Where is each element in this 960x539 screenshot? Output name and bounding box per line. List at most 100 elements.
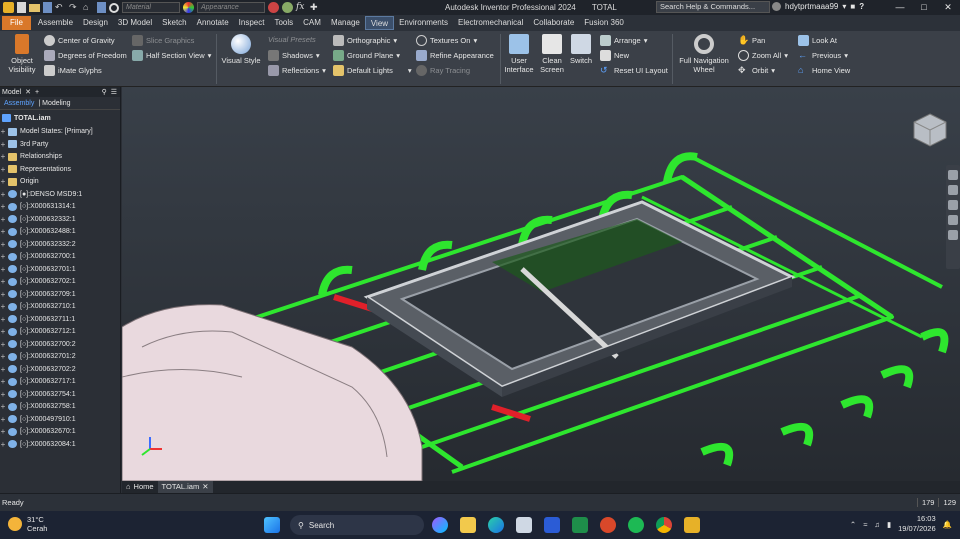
copilot-icon[interactable] [432,517,448,533]
tree-root[interactable]: TOTAL.iam [0,112,120,125]
plus-icon[interactable]: + [35,89,39,96]
tab-cam[interactable]: CAM [298,16,326,30]
expand-icon[interactable]: + [0,140,6,149]
tree-item[interactable]: + [○]:X000632701:2 [0,351,120,364]
excel-icon[interactable] [572,517,588,533]
expand-icon[interactable]: + [0,327,6,336]
material-dropdown[interactable]: Material [122,2,180,13]
expand-icon[interactable]: + [0,377,6,386]
help-search-input[interactable]: Search Help & Commands... [656,1,770,13]
undo-icon[interactable]: ↶ [55,2,66,13]
user-interface-button[interactable]: User Interface [502,34,536,74]
expand-icon[interactable]: + [0,227,6,236]
tree-item[interactable]: + [○]:X000497910:1 [0,413,120,426]
expand-icon[interactable]: + [0,352,6,361]
refine-appearance-button[interactable]: Refine Appearance [416,50,494,61]
clock[interactable]: 16:03 19/07/2026 [898,514,936,534]
wifi-icon[interactable]: ≈ [863,520,867,529]
chevron-up-icon[interactable]: ⌃ [850,520,856,529]
expand-icon[interactable]: + [0,440,6,449]
tree-item[interactable]: + [○]:X000632700:2 [0,338,120,351]
open-folder-icon[interactable] [29,3,40,12]
close-icon[interactable]: ✕ [25,88,31,96]
minimize-icon[interactable]: — [888,0,912,15]
edge-icon[interactable] [488,517,504,533]
slice-graphics-button[interactable]: Slice Graphics [132,35,194,46]
tree-item[interactable]: + [○]:X000632712:1 [0,326,120,339]
redo-icon[interactable]: ↷ [69,2,80,13]
expand-icon[interactable]: + [0,190,6,199]
tree-item[interactable]: + [○]:X000632754:1 [0,388,120,401]
close-circle-icon[interactable] [109,2,119,13]
file-explorer-icon[interactable] [460,517,476,533]
switch-button[interactable]: Switch [568,34,594,65]
imate-glyphs-button[interactable]: iMate Glyphs [44,65,102,76]
tab-view[interactable]: View [364,16,395,30]
cart-icon[interactable]: ■ [850,2,855,11]
tab-fusion-360[interactable]: Fusion 360 [579,16,629,30]
spotify-icon[interactable] [628,517,644,533]
view-cube[interactable] [912,112,948,148]
expand-icon[interactable]: + [0,127,6,136]
tree-item[interactable]: + [○]:X000632709:1 [0,288,120,301]
orthographic-button[interactable]: Orthographic ▾ [333,35,397,46]
nav-wheel-icon[interactable] [948,170,958,180]
zoom-all-button[interactable]: Zoom All ▾ [738,50,788,61]
tree-item[interactable]: + [○]:X000632717:1 [0,376,120,389]
expand-icon[interactable]: + [0,427,6,436]
powerpoint-icon[interactable] [600,517,616,533]
tab-annotate[interactable]: Annotate [192,16,234,30]
file-tab[interactable]: TOTAL.iam ✕ [157,481,213,493]
tree-item[interactable]: + [○]:X000632758:1 [0,401,120,414]
tree-item[interactable]: + [○]:X000632702:2 [0,363,120,376]
user-menu[interactable]: hdytprtmaaa99 ▾ ■ ? [772,2,864,11]
inventor-taskbar-icon[interactable] [684,517,700,533]
tree-item[interactable]: + Relationships [0,151,120,164]
search-icon[interactable]: ⚲ [102,88,107,96]
tab-electromechanical[interactable]: Electromechanical [453,16,528,30]
expand-icon[interactable]: + [0,202,6,211]
home-view-button[interactable]: ⌂ Home View [798,65,850,76]
previous-view-button[interactable]: ← Previous ▾ [798,50,848,61]
fx-icon[interactable]: fx [296,2,307,13]
expand-icon[interactable]: + [0,402,6,411]
expand-icon[interactable]: + [0,252,6,261]
close-icon[interactable]: ✕ [936,0,960,15]
expand-icon[interactable]: + [0,265,6,274]
full-navigation-wheel-button[interactable]: Full Navigation Wheel [676,34,732,74]
tree-item[interactable]: + Origin [0,176,120,189]
textures-on-button[interactable]: Textures On ▾ [416,35,477,46]
tab-file[interactable]: File [2,16,31,30]
tab-sketch[interactable]: Sketch [157,16,191,30]
expand-icon[interactable]: + [0,277,6,286]
expand-icon[interactable]: + [0,315,6,324]
help-icon[interactable]: ? [859,2,864,11]
store-icon[interactable] [516,517,532,533]
expand-icon[interactable]: + [0,152,6,161]
tree-item[interactable]: + [○]:X000632488:1 [0,226,120,239]
tree-item[interactable]: + [○]:X000632332:2 [0,238,120,251]
appearance-dropdown[interactable]: Appearance [197,2,265,13]
tree-item[interactable]: + [○]:X000632670:1 [0,426,120,439]
tree-item[interactable]: + [○]:X000632702:1 [0,276,120,289]
graphics-viewport[interactable] [122,87,960,481]
arrange-button[interactable]: Arrange ▾ [600,35,647,46]
taskbar-search[interactable]: ⚲ Search [290,515,424,535]
tab-collaborate[interactable]: Collaborate [528,16,579,30]
tab-inspect[interactable]: Inspect [234,16,270,30]
tree-item[interactable]: + [○]:X000632711:1 [0,313,120,326]
new-file-icon[interactable] [17,2,26,13]
close-icon[interactable]: ✕ [202,481,208,493]
orbit-button[interactable]: ✥ Orbit ▾ [738,65,775,76]
tree-item[interactable]: + [○]:X000632710:1 [0,301,120,314]
tab-modeling[interactable]: Modeling [42,100,70,107]
home-tab[interactable]: ⌂ Home [122,481,158,493]
speaker-icon[interactable]: ♫ [874,520,880,529]
ground-plane-button[interactable]: Ground Plane ▾ [333,50,400,61]
browser-title[interactable]: Model [2,89,21,96]
expand-icon[interactable]: + [0,177,6,186]
tree-item[interactable]: + [○]:X000631314:1 [0,201,120,214]
reset-ui-layout-button[interactable]: ↺ Reset UI Layout [600,65,668,76]
visual-style-button[interactable]: Visual Style [220,34,262,65]
zoom-icon[interactable] [948,200,958,210]
